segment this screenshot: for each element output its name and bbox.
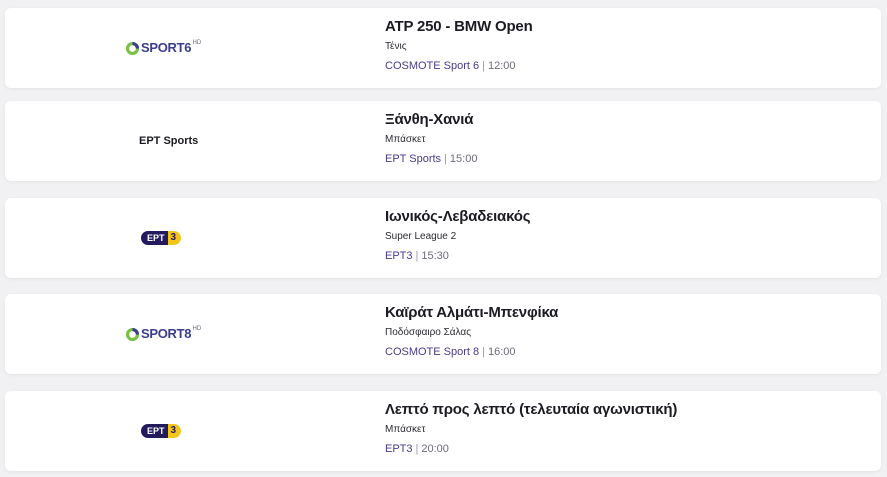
event-sport: Μπάσκετ [385,424,426,435]
event-time: 15:00 [449,153,478,165]
event-info: Ξάνθη-Χανιά Μπάσκετ ΕΡΤ Sports | 15:00 [385,110,865,166]
cosmote-swirl-icon [125,41,140,55]
event-title[interactable]: Ξάνθη-Χανιά [385,110,865,130]
event-card[interactable]: ΕΡΤ 3 Ιωνικός-Λεβαδειακός Super League 2… [5,198,881,278]
event-info: ATP 250 - BMW Open Τένις COSMOTE Sport 6… [385,17,865,73]
event-sport: Μπάσκετ [385,134,426,145]
channel-logo: ΕΡΤ 3 [125,391,245,471]
cosmote-logo-number: 6 [184,40,192,55]
ert3-logo-left: ΕΡΤ [141,231,168,245]
cosmote-sport-logo: SPORT 8 HD [125,324,201,344]
channel-logo: SPORT 8 HD [125,294,245,374]
channel-logo: SPORT 6 HD [125,8,245,88]
event-channel: ΕΡΤ Sports [385,153,442,165]
event-title[interactable]: Λεπτό προς λεπτό (τελευταία αγωνιστική) [385,400,865,420]
cosmote-logo-hd: HD [192,40,202,46]
meta-separator: | [415,250,419,262]
event-card[interactable]: ΕΡΤ 3 Λεπτό προς λεπτό (τελευταία αγωνισ… [5,391,881,471]
channel-logo: ΕΡΤ Sports [125,101,245,181]
event-card[interactable]: SPORT 8 HD Καϊράτ Αλμάτι-Μπενφίκα Ποδόσφ… [5,294,881,374]
event-info: Λεπτό προς λεπτό (τελευταία αγωνιστική) … [385,400,865,456]
event-sport: Ποδόσφαιρο Σάλας [385,327,472,338]
meta-separator: | [482,346,485,358]
cosmote-sport-logo: SPORT 6 HD [125,38,201,58]
event-meta: COSMOTE Sport 6 | 12:00 [385,59,865,73]
meta-separator: | [444,153,447,165]
event-time: 12:00 [488,60,516,72]
event-title[interactable]: ATP 250 - BMW Open [385,17,865,37]
ert3-logo-left: ΕΡΤ [141,424,168,438]
ert-sports-logo: ΕΡΤ Sports [139,135,199,147]
event-time: 16:00 [488,346,516,358]
channel-logo: ΕΡΤ 3 [125,198,245,278]
cosmote-logo-word: SPORT [141,326,185,341]
event-info: Ιωνικός-Λεβαδειακός Super League 2 ΕΡΤ3 |… [385,207,865,263]
event-time: 15:30 [421,250,449,262]
event-card[interactable]: ΕΡΤ Sports Ξάνθη-Χανιά Μπάσκετ ΕΡΤ Sport… [5,101,881,181]
ert3-logo: ΕΡΤ 3 [141,424,182,438]
event-channel: COSMOTE Sport 6 [385,60,480,72]
event-sport: Τένις [385,41,407,52]
event-title[interactable]: Ιωνικός-Λεβαδειακός [385,207,865,227]
event-meta: COSMOTE Sport 8 | 16:00 [385,345,865,359]
meta-separator: | [415,443,419,455]
event-meta: ΕΡΤ3 | 15:30 [385,249,865,263]
ert3-logo: ΕΡΤ 3 [141,231,182,245]
tv-schedule-list: SPORT 6 HD ATP 250 - BMW Open Τένις COSM… [0,0,887,477]
event-channel: COSMOTE Sport 8 [385,346,480,358]
event-sport: Super League 2 [385,231,457,242]
cosmote-logo-word: SPORT [141,40,185,55]
meta-separator: | [482,60,485,72]
event-channel: ΕΡΤ3 [385,250,413,262]
cosmote-logo-hd: HD [192,326,202,332]
ert3-logo-right: 3 [167,424,182,438]
event-card[interactable]: SPORT 6 HD ATP 250 - BMW Open Τένις COSM… [5,8,881,88]
ert3-logo-right: 3 [167,231,182,245]
event-time: 20:00 [421,443,449,455]
event-title[interactable]: Καϊράτ Αλμάτι-Μπενφίκα [385,303,865,323]
event-meta: ΕΡΤ3 | 20:00 [385,442,865,456]
event-meta: ΕΡΤ Sports | 15:00 [385,152,865,166]
event-channel: ΕΡΤ3 [385,443,413,455]
cosmote-swirl-icon [125,327,140,341]
cosmote-logo-number: 8 [184,326,192,341]
event-info: Καϊράτ Αλμάτι-Μπενφίκα Ποδόσφαιρο Σάλας … [385,303,865,359]
